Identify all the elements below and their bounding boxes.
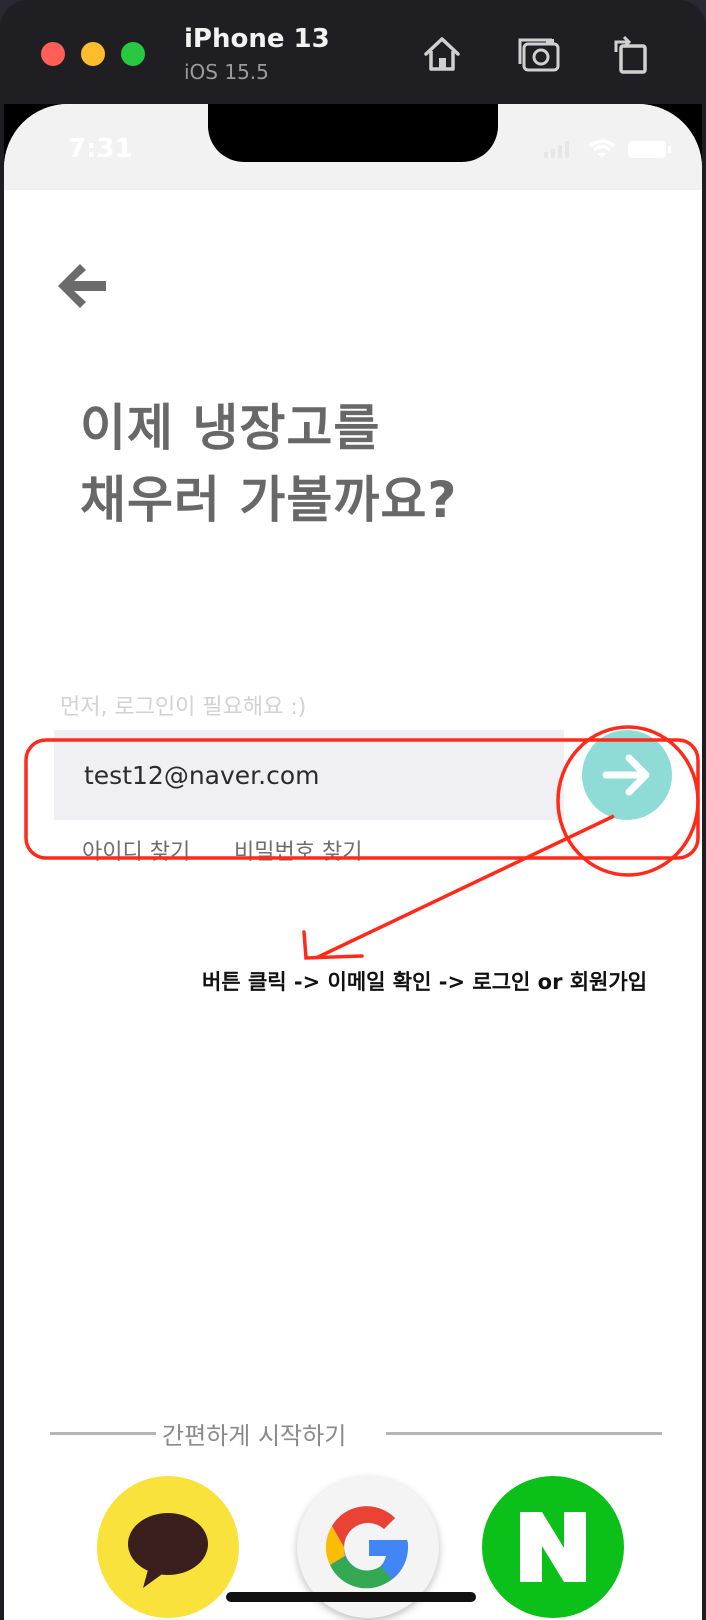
phone-bezel: 7:31 이제 냉장고를 채우러 가볼까요? 먼저, 로그인이 필요해요 :)	[4, 104, 702, 1620]
status-time: 7:31	[68, 134, 133, 164]
divider-left	[50, 1432, 156, 1435]
back-arrow-icon[interactable]	[54, 258, 110, 314]
social-login-label: 간편하게 시작하기	[162, 1422, 347, 1450]
signal-icon	[544, 141, 569, 158]
divider-right	[386, 1432, 662, 1435]
title-line-1: 이제 냉장고를	[80, 399, 381, 457]
screenshot-icon[interactable]	[516, 30, 564, 78]
login-hint: 먼저, 로그인이 필요해요 :)	[60, 695, 307, 720]
naver-n-icon	[520, 1512, 586, 1582]
zoom-window-button[interactable]	[121, 42, 145, 66]
annotation-note: 버튼 클릭 -> 이메일 확인 -> 로그인 or 회원가입	[202, 970, 648, 994]
kakao-talk-icon	[128, 1513, 208, 1588]
title-line-2: 채우러 가볼까요?	[80, 471, 458, 529]
wifi-icon	[588, 139, 616, 158]
naver-login-button[interactable]	[482, 1476, 624, 1618]
simulator-titlebar: iPhone 13 iOS 15.5	[0, 0, 706, 104]
find-id-link[interactable]: 아이디 찾기	[82, 834, 190, 866]
simulator-window: iPhone 13 iOS 15.5 7:31 이제 냉장고를 채우러 가볼까요…	[0, 0, 706, 1620]
home-icon[interactable]	[418, 30, 466, 78]
device-name: iPhone 13	[184, 24, 330, 54]
device-os-version: iOS 15.5	[184, 60, 269, 84]
app-screen: 7:31 이제 냉장고를 채우러 가볼까요? 먼저, 로그인이 필요해요 :)	[4, 104, 702, 1620]
close-window-button[interactable]	[41, 42, 65, 66]
status-icons	[544, 138, 674, 160]
camera-notch	[208, 104, 498, 162]
minimize-window-button[interactable]	[81, 42, 105, 66]
battery-icon	[628, 141, 671, 158]
email-field[interactable]	[54, 730, 564, 820]
kakao-login-button[interactable]	[97, 1476, 239, 1618]
page-title: 이제 냉장고를 채우러 가볼까요?	[80, 392, 640, 536]
arrow-right-icon	[602, 754, 650, 796]
home-indicator	[226, 1592, 476, 1602]
submit-arrow-button[interactable]	[582, 730, 672, 820]
find-password-link[interactable]: 비밀번호 찾기	[234, 834, 362, 866]
rotate-icon[interactable]	[606, 30, 654, 78]
